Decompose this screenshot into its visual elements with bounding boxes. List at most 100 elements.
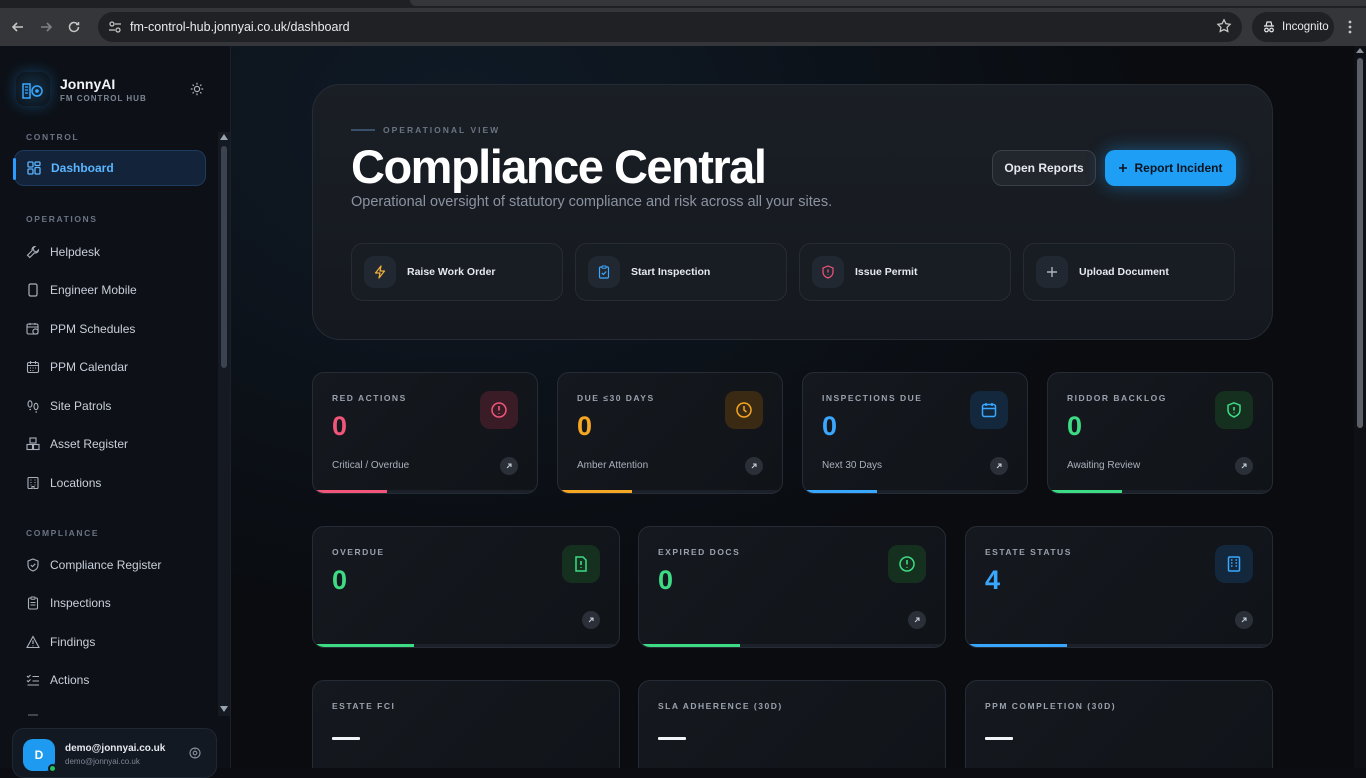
sidebar-item-compliance-register[interactable]: Compliance Register (14, 547, 206, 583)
kpi-value: 0 (332, 565, 348, 595)
kpi-value: 0 (658, 565, 674, 595)
open-reports-button[interactable]: Open Reports (992, 150, 1096, 186)
scroll-up-icon[interactable] (220, 134, 228, 140)
alert-circle-icon (888, 545, 926, 583)
browser-tab[interactable] (410, 0, 1366, 6)
sidebar-item-ppm-calendar[interactable]: PPM Calendar (14, 349, 206, 385)
page-scrollbar[interactable] (1354, 46, 1366, 768)
sidebar-item-partial[interactable] (14, 702, 206, 718)
kpi-card-due-30-days[interactable]: DUE ≤30 DAYS 0 Amber Attention (557, 372, 783, 494)
calendar-icon (25, 359, 41, 375)
scroll-down-icon[interactable] (220, 706, 228, 712)
arrow-up-right-icon[interactable] (990, 457, 1008, 475)
kpi-subtitle: Awaiting Review (1067, 460, 1141, 471)
incognito-icon (1264, 21, 1274, 33)
forward-icon[interactable] (32, 13, 60, 41)
kpi-label: OVERDUE (332, 547, 385, 557)
kpi-card-inspections-due[interactable]: INSPECTIONS DUE 0 Next 30 Days (802, 372, 1028, 494)
sidebar-item-label: Locations (50, 476, 102, 490)
browser-menu-icon[interactable] (1340, 17, 1360, 37)
incognito-indicator[interactable]: Incognito (1252, 12, 1334, 42)
sidebar-item-findings[interactable]: Findings (14, 624, 206, 660)
quick-action-start-inspection[interactable]: Start Inspection (575, 243, 787, 301)
clock-icon (725, 391, 763, 429)
arrow-up-right-icon[interactable] (582, 611, 600, 629)
list-check-icon (25, 672, 41, 688)
kpi-label: EXPIRED DOCS (658, 547, 741, 557)
sidebar-item-ppm-schedules[interactable]: PPM Schedules (14, 311, 206, 347)
user-email: demo@jonnyai.co.uk (65, 743, 166, 754)
alert-circle-icon (480, 391, 518, 429)
arrow-up-right-icon[interactable] (908, 611, 926, 629)
sidebar-item-dashboard[interactable]: Dashboard (13, 150, 206, 186)
back-icon[interactable] (4, 13, 32, 41)
kpi-label: SLA ADHERENCE (30D) (658, 701, 783, 711)
kpi-empty-value (658, 737, 686, 740)
sidebar-item-helpdesk[interactable]: Helpdesk (14, 234, 206, 270)
quick-action-issue-permit[interactable]: Issue Permit (799, 243, 1011, 301)
brand-name: JonnyAI (60, 75, 116, 92)
calendar-clock-icon (25, 321, 41, 337)
quick-action-raise-work-order[interactable]: Raise Work Order (351, 243, 563, 301)
page-scroll-thumb[interactable] (1357, 58, 1363, 428)
kpi-card-estate-fci[interactable]: ESTATE FCI (312, 680, 620, 768)
theme-toggle-sun-icon[interactable] (186, 78, 208, 100)
incognito-label: Incognito (1282, 21, 1329, 33)
sidebar-item-site-patrols[interactable]: Site Patrols (14, 388, 206, 424)
kpi-card-ppm-completion[interactable]: PPM COMPLETION (30D) (965, 680, 1273, 768)
section-label-operations: OPERATIONS (26, 214, 98, 224)
quick-action-label: Issue Permit (855, 266, 918, 278)
arrow-up-right-icon[interactable] (745, 457, 763, 475)
user-settings-icon[interactable] (188, 746, 202, 760)
report-incident-label: Report Incident (1134, 161, 1223, 175)
shield-alert-icon (812, 256, 844, 288)
sidebar-item-inspections[interactable]: Inspections (14, 585, 206, 621)
arrow-up-right-icon[interactable] (1235, 611, 1253, 629)
section-label-control: CONTROL (26, 132, 80, 142)
page-title: Compliance Central (351, 140, 767, 193)
kpi-subtitle: Next 30 Days (822, 460, 883, 471)
arrow-up-right-icon[interactable] (500, 457, 518, 475)
kpi-card-estate-status[interactable]: ESTATE STATUS 4 (965, 526, 1273, 648)
browser-tab-strip (0, 0, 1366, 8)
report-incident-button[interactable]: Report Incident (1105, 150, 1236, 186)
brand-subtitle: FM CONTROL HUB (60, 93, 147, 103)
kpi-progress-bar (313, 490, 387, 493)
kpi-label: RIDDOR BACKLOG (1067, 393, 1167, 403)
url-text[interactable]: fm-control-hub.jonnyai.co.uk/dashboard (130, 20, 350, 34)
kpi-card-sla-adherence[interactable]: SLA ADHERENCE (30D) (638, 680, 946, 768)
bookmark-star-icon[interactable] (1216, 18, 1232, 34)
footprints-icon (25, 398, 41, 414)
sidebar-item-engineer-mobile[interactable]: Engineer Mobile (14, 272, 206, 308)
kpi-progress-bar (966, 644, 1067, 647)
sidebar-scrollbar[interactable] (218, 132, 230, 716)
sidebar-item-label: Findings (50, 635, 96, 649)
sidebar-item-label: Site Patrols (50, 399, 112, 413)
reload-icon[interactable] (60, 13, 88, 41)
grid-icon (26, 160, 42, 176)
sidebar-item-label: Actions (50, 673, 90, 687)
building-icon (25, 475, 41, 491)
sidebar-scroll-thumb[interactable] (221, 146, 227, 368)
user-card[interactable]: D demo@jonnyai.co.uk demo@jonnyai.co.uk (12, 728, 217, 778)
kpi-card-riddor-backlog[interactable]: RIDDOR BACKLOG 0 Awaiting Review (1047, 372, 1273, 494)
scroll-up-icon[interactable] (1356, 48, 1364, 53)
kpi-label: INSPECTIONS DUE (822, 393, 923, 403)
site-settings-icon[interactable] (101, 13, 129, 41)
arrow-up-right-icon[interactable] (1235, 457, 1253, 475)
kpi-card-overdue[interactable]: OVERDUE 0 (312, 526, 620, 648)
kpi-value: 0 (332, 411, 348, 441)
kpi-progress-bar (639, 644, 740, 647)
partial-icon (25, 712, 41, 718)
quick-action-upload-document[interactable]: Upload Document (1023, 243, 1235, 301)
address-bar[interactable]: fm-control-hub.jonnyai.co.uk/dashboard (98, 12, 1242, 42)
kpi-card-red-actions[interactable]: RED ACTIONS 0 Critical / Overdue (312, 372, 538, 494)
kpi-label: ESTATE FCI (332, 701, 396, 711)
sidebar-item-locations[interactable]: Locations (14, 465, 206, 501)
sidebar-item-actions[interactable]: Actions (14, 662, 206, 698)
sidebar-item-asset-register[interactable]: Asset Register (14, 426, 206, 462)
kpi-value: 0 (1067, 411, 1083, 441)
brand[interactable]: JonnyAI FM CONTROL HUB (16, 72, 147, 106)
user-subtitle: demo@jonnyai.co.uk (65, 757, 140, 766)
kpi-card-expired-docs[interactable]: EXPIRED DOCS 0 (638, 526, 946, 648)
